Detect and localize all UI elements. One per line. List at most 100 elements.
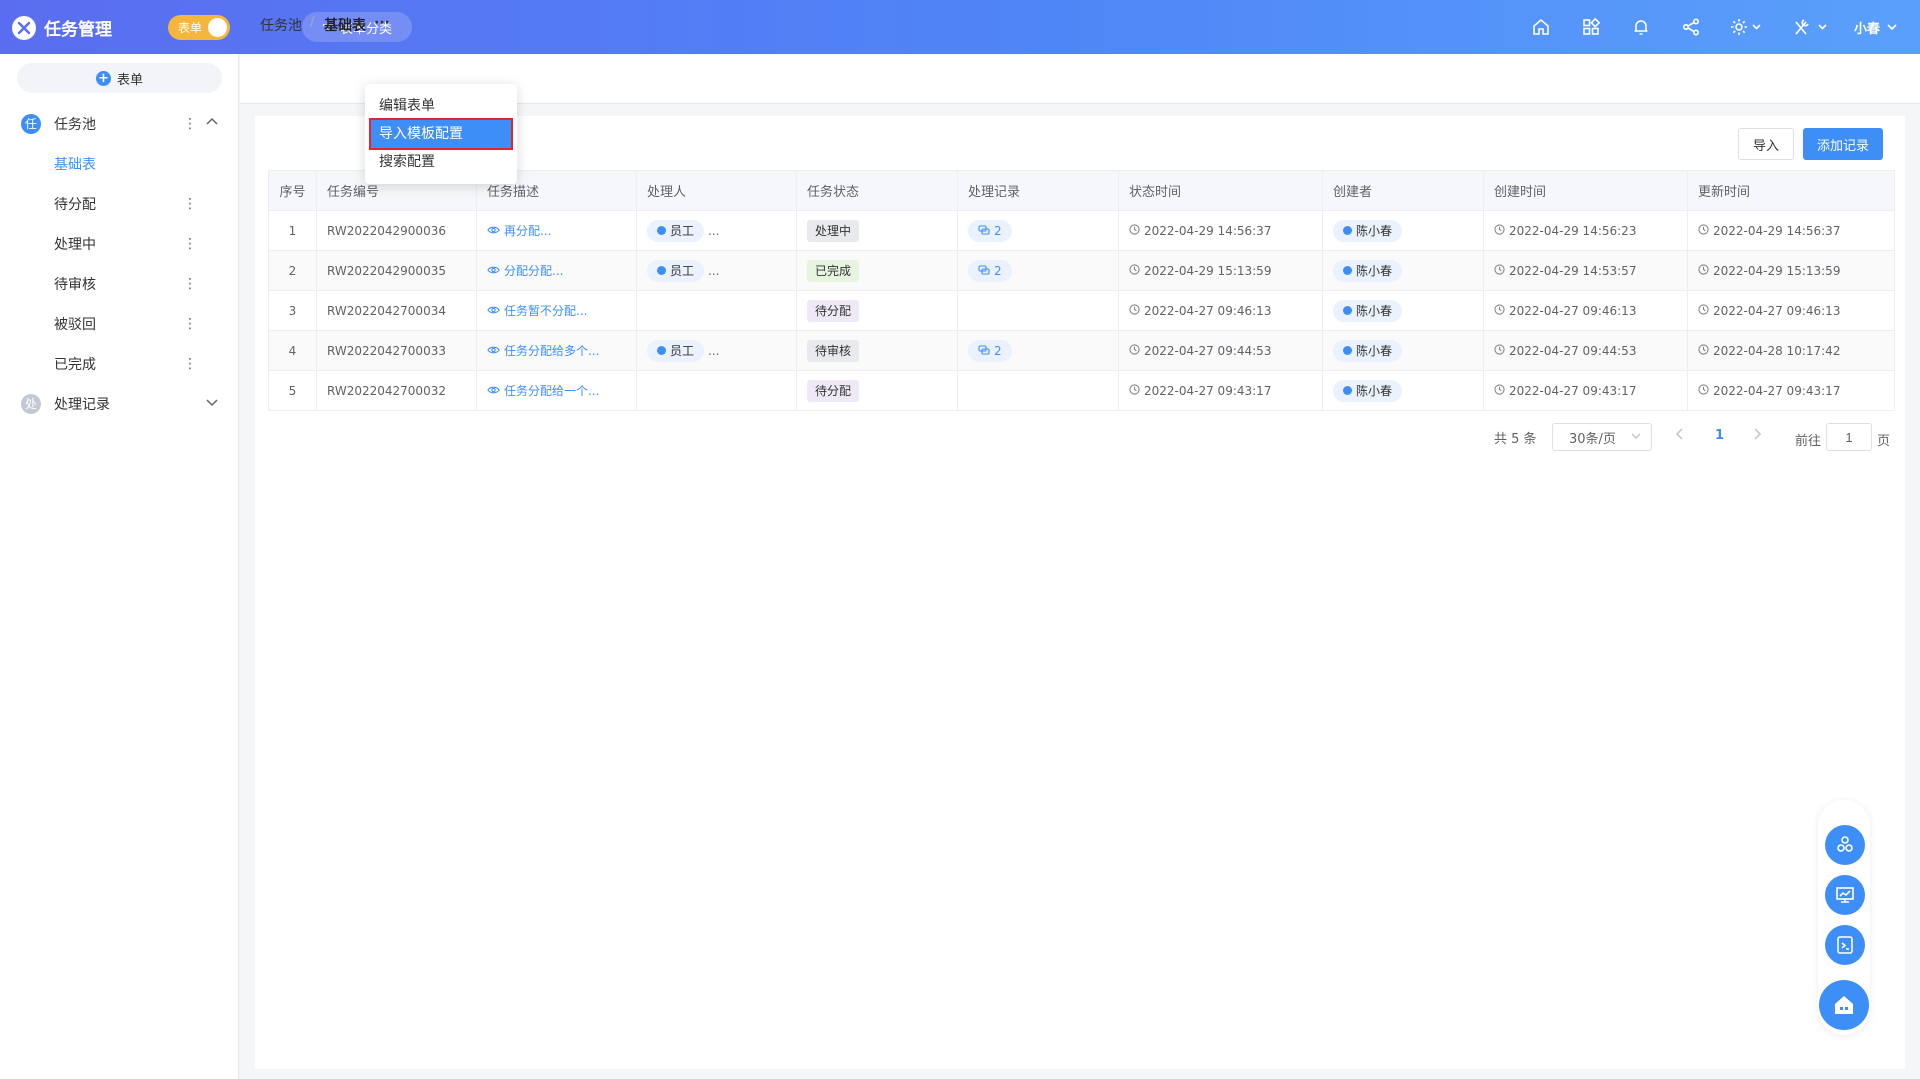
records-cell: 2 — [957, 210, 1119, 251]
chat-icon — [978, 224, 990, 238]
form-actions-menu: 编辑表单 导入模板配置 搜索配置 — [365, 84, 517, 184]
handler-more[interactable]: ... — [708, 344, 719, 358]
goto-page-input[interactable] — [1826, 423, 1872, 451]
flow-settings-icon[interactable] — [1825, 825, 1865, 865]
column-header[interactable]: 任务状态 — [796, 170, 958, 211]
column-header[interactable]: 状态时间 — [1118, 170, 1323, 211]
sidebar-item-label: 处理中 — [54, 237, 96, 253]
records-cell: 2 — [957, 330, 1119, 371]
script-icon[interactable] — [1825, 925, 1865, 965]
sidebar-group-task-pool[interactable]: 任 任务池 ⋮ — [0, 106, 239, 142]
chevron-down-icon — [1631, 430, 1641, 445]
sidebar-item-pending-review[interactable]: 待审核 ⋮ — [0, 266, 239, 302]
clock-icon — [1698, 223, 1709, 238]
records-tag[interactable]: 2 — [968, 219, 1012, 242]
eye-icon — [487, 264, 500, 278]
prev-page-icon[interactable] — [1675, 428, 1685, 444]
creator-tag[interactable]: 陈小春 — [1333, 379, 1403, 402]
row-number: 3 — [268, 290, 317, 331]
form-mode-toggle[interactable]: 表单 — [168, 15, 230, 40]
page-size-select[interactable]: 30条/页 — [1552, 423, 1652, 451]
home-app-icon[interactable] — [1819, 980, 1869, 1030]
handler-tag[interactable]: 员工 — [647, 259, 705, 282]
creator-tag[interactable]: 陈小春 — [1333, 339, 1403, 362]
records-table: 序号 任务编号 任务描述 处理人 任务状态 处理记录 状态时间 创建者 创建时间… — [268, 170, 1895, 411]
more-vertical-icon[interactable]: ⋮ — [183, 316, 197, 332]
table-row[interactable]: 2 RW2022042900035 分配分配... 员工... 已完成 2 20… — [268, 250, 1895, 291]
creator-name: 陈小春 — [1356, 344, 1393, 358]
more-horizontal-icon[interactable]: ··· — [374, 15, 390, 31]
menu-item-search-config[interactable]: 搜索配置 — [365, 148, 517, 176]
task-code: RW2022042900035 — [316, 250, 477, 291]
handler-name: 员工 — [670, 264, 695, 278]
menu-item-edit-form[interactable]: 编辑表单 — [365, 92, 517, 120]
bell-icon[interactable] — [1631, 16, 1651, 38]
handler-more[interactable]: ... — [708, 264, 719, 278]
handler-tag[interactable]: 员工 — [647, 339, 705, 362]
sidebar-item-completed[interactable]: 已完成 ⋮ — [0, 346, 239, 382]
task-desc-link[interactable]: 任务分配给多个... — [487, 342, 599, 359]
column-header[interactable]: 处理记录 — [957, 170, 1119, 211]
status-badge: 待分配 — [807, 379, 860, 402]
creator-tag[interactable]: 陈小春 — [1333, 219, 1403, 242]
table-row[interactable]: 5 RW2022042700032 任务分配给一个... 待分配 2022-04… — [268, 370, 1895, 411]
handler-more[interactable]: ... — [708, 224, 719, 238]
chevron-down-icon[interactable] — [1886, 16, 1898, 38]
task-desc-link[interactable]: 再分配... — [487, 222, 551, 239]
column-header[interactable]: 序号 — [268, 170, 317, 211]
home-icon[interactable] — [1531, 16, 1551, 38]
share-icon[interactable] — [1681, 16, 1701, 38]
more-vertical-icon[interactable]: ⋮ — [183, 276, 197, 292]
import-button[interactable]: 导入 — [1738, 128, 1794, 160]
status-time-cell: 2022-04-27 09:43:17 — [1118, 370, 1323, 411]
created-time: 2022-04-27 09:44:53 — [1509, 343, 1637, 358]
task-desc-link[interactable]: 任务暂不分配... — [487, 302, 587, 319]
status-time-cell: 2022-04-29 15:13:59 — [1118, 250, 1323, 291]
settings-icon[interactable] — [1729, 16, 1763, 38]
next-page-icon[interactable] — [1752, 428, 1762, 444]
task-desc-link[interactable]: 分配分配... — [487, 262, 563, 279]
user-icon — [657, 226, 666, 235]
creator-tag[interactable]: 陈小春 — [1333, 259, 1403, 282]
sidebar-group-records[interactable]: 处 处理记录 — [0, 386, 239, 422]
more-vertical-icon[interactable]: ⋮ — [183, 356, 197, 372]
table-row[interactable]: 4 RW2022042700033 任务分配给多个... 员工... 待审核 2… — [268, 330, 1895, 371]
add-record-button[interactable]: 添加记录 — [1803, 128, 1883, 160]
apps-icon[interactable] — [1581, 16, 1601, 38]
chevron-up-icon[interactable] — [205, 115, 219, 133]
user-icon — [1343, 266, 1352, 275]
records-tag[interactable]: 2 — [968, 259, 1012, 282]
created-time-cell: 2022-04-29 14:56:23 — [1483, 210, 1688, 251]
records-tag[interactable]: 2 — [968, 339, 1012, 362]
records-cell: 2 — [957, 250, 1119, 291]
status-badge: 已完成 — [807, 259, 860, 282]
column-header[interactable]: 创建时间 — [1483, 170, 1688, 211]
more-vertical-icon[interactable]: ⋮ — [183, 236, 197, 252]
breadcrumb-root[interactable]: 任务池 — [260, 15, 302, 35]
updated-time: 2022-04-28 10:17:42 — [1713, 343, 1841, 358]
chevron-down-icon[interactable] — [205, 395, 219, 413]
sidebar-item-pending-assign[interactable]: 待分配 ⋮ — [0, 186, 239, 222]
column-header[interactable]: 处理人 — [636, 170, 797, 211]
dashboard-icon[interactable] — [1825, 875, 1865, 915]
menu-item-import-template-config[interactable]: 导入模板配置 — [369, 118, 513, 150]
sidebar-item-base-table[interactable]: 基础表 — [0, 146, 239, 182]
sidebar-item-label: 待分配 — [54, 197, 96, 213]
column-header[interactable]: 创建者 — [1322, 170, 1484, 211]
page-number-current[interactable]: 1 — [1715, 428, 1724, 443]
created-time: 2022-04-29 14:53:57 — [1509, 263, 1637, 278]
table-row[interactable]: 3 RW2022042700034 任务暂不分配... 待分配 2022-04-… — [268, 290, 1895, 331]
task-desc-link[interactable]: 任务分配给一个... — [487, 382, 599, 399]
sidebar-item-processing[interactable]: 处理中 ⋮ — [0, 226, 239, 262]
handler-tag[interactable]: 员工 — [647, 219, 705, 242]
column-header[interactable]: 更新时间 — [1687, 170, 1895, 211]
user-name[interactable]: 小春 — [1854, 18, 1880, 37]
more-vertical-icon[interactable]: ⋮ — [183, 116, 197, 132]
table-row[interactable]: 1 RW2022042900036 再分配... 员工... 处理中 2 202… — [268, 210, 1895, 251]
app-logo[interactable]: 任务管理 — [12, 15, 112, 40]
add-form-button[interactable]: + 表单 — [17, 63, 222, 93]
more-vertical-icon[interactable]: ⋮ — [183, 196, 197, 212]
tools-icon[interactable] — [1793, 16, 1829, 38]
sidebar-item-rejected[interactable]: 被驳回 ⋮ — [0, 306, 239, 342]
creator-tag[interactable]: 陈小春 — [1333, 299, 1403, 322]
